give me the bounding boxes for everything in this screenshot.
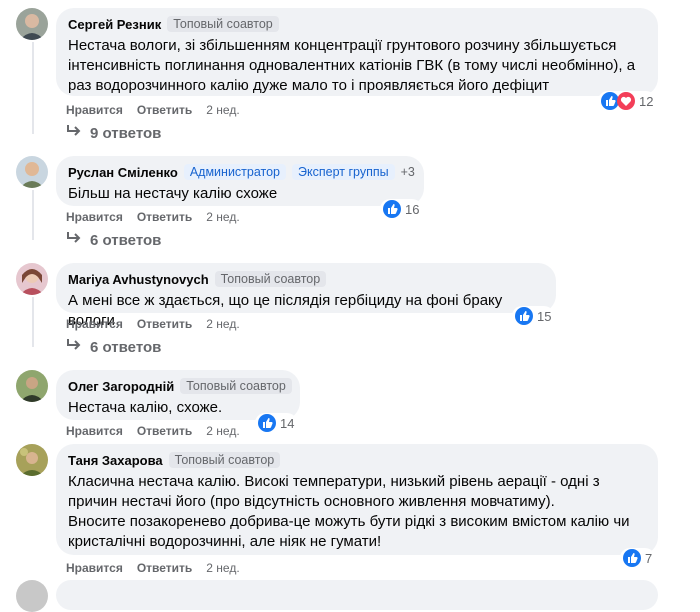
reply-button[interactable]: Ответить — [137, 103, 192, 117]
comment-time[interactable]: 2 нед. — [206, 103, 239, 117]
comment-author[interactable]: Таня Захарова — [68, 453, 163, 468]
reactions-count: 14 — [280, 415, 295, 431]
view-replies-button[interactable]: 6 ответов — [66, 338, 161, 356]
like-button[interactable]: Нравится — [66, 424, 123, 438]
reactions-summary[interactable]: 7 — [620, 548, 656, 568]
comment-actions: Нравится Ответить 2 нед. — [66, 424, 240, 438]
replies-label: 6 ответов — [90, 231, 162, 249]
reply-button[interactable]: Ответить — [137, 317, 192, 331]
next-comment-partial — [0, 576, 700, 612]
like-button[interactable]: Нравится — [66, 561, 123, 575]
reply-button[interactable]: Ответить — [137, 424, 192, 438]
contributor-badge[interactable]: Топовый соавтор — [214, 271, 327, 287]
comment-text: Більш на нестачу калію схоже — [68, 185, 278, 202]
comment-time[interactable]: 2 нед. — [206, 561, 239, 575]
comment-author[interactable]: Mariya Avhustynovych — [68, 272, 209, 287]
love-icon — [617, 92, 635, 110]
reply-arrow-icon — [66, 338, 82, 356]
contributor-badge[interactable]: Топовый соавтор — [168, 452, 281, 468]
reactions-summary[interactable]: 16 — [380, 199, 423, 219]
thread-line — [32, 42, 34, 134]
comment-author[interactable]: Олег Загородній — [68, 379, 174, 394]
thread-line — [32, 297, 34, 347]
avatar[interactable] — [16, 370, 48, 402]
comment-time[interactable]: 2 нед. — [206, 424, 239, 438]
reply-arrow-icon — [66, 231, 82, 249]
reactions-count: 16 — [405, 201, 420, 217]
expert-badge[interactable]: Эксперт группы — [292, 164, 395, 180]
avatar[interactable] — [16, 8, 48, 40]
like-icon — [623, 549, 641, 567]
comment-time[interactable]: 2 нед. — [206, 210, 239, 224]
reactions-count: 15 — [537, 308, 552, 324]
comment-actions: Нравится Ответить 2 нед. — [66, 210, 240, 224]
contributor-badge[interactable]: Топовый соавтор — [180, 378, 292, 394]
comment-actions: Нравится Ответить 2 нед. — [66, 317, 240, 331]
comment-author[interactable]: Руслан Сміленко — [68, 165, 178, 180]
avatar[interactable] — [16, 156, 48, 188]
reply-button[interactable]: Ответить — [137, 561, 192, 575]
reactions-summary[interactable]: 12 — [598, 91, 657, 111]
comment-text: Нестача калію, схоже. — [68, 399, 223, 416]
view-replies-button[interactable]: 9 ответов — [66, 124, 161, 142]
like-icon — [515, 307, 533, 325]
like-icon — [258, 414, 276, 432]
contributor-badge[interactable]: Топовый соавтор — [167, 16, 279, 32]
replies-label: 6 ответов — [90, 338, 162, 356]
replies-label: 9 ответов — [90, 124, 162, 142]
comment-text: Нестача вологи, зі збільшенням концентра… — [68, 37, 636, 94]
reply-arrow-icon — [66, 124, 82, 142]
avatar[interactable] — [16, 263, 48, 295]
comment-author[interactable]: Сергей Резник — [68, 17, 161, 32]
like-icon — [383, 200, 401, 218]
reactions-count: 7 — [645, 550, 653, 566]
more-badges[interactable]: +3 — [401, 165, 415, 179]
like-button[interactable]: Нравится — [66, 210, 123, 224]
reactions-summary[interactable]: 15 — [512, 306, 555, 326]
comment-bubble: Mariya Avhustynovych Топовый соавтор А м… — [56, 263, 556, 329]
like-button[interactable]: Нравится — [66, 103, 123, 117]
comment-actions: Нравится Ответить 2 нед. — [66, 561, 240, 575]
reactions-summary[interactable]: 14 — [255, 413, 298, 433]
admin-badge[interactable]: Администратор — [183, 164, 287, 180]
reply-button[interactable]: Ответить — [137, 210, 192, 224]
comment-bubble: Сергей Резник Топовый соавтор Нестача во… — [56, 8, 658, 96]
thread-line — [32, 190, 34, 240]
avatar[interactable] — [16, 444, 48, 476]
comment-bubble: Руслан Сміленко Администратор Эксперт гр… — [56, 156, 424, 206]
like-button[interactable]: Нравится — [66, 317, 123, 331]
view-replies-button[interactable]: 6 ответов — [66, 231, 161, 249]
comment-bubble: Таня Захарова Топовый соавтор Класична н… — [56, 444, 658, 555]
reactions-count: 12 — [639, 93, 654, 109]
comment-actions: Нравится Ответить 2 нед. — [66, 103, 240, 117]
comment-text: Класична нестача калію. Високі температу… — [68, 473, 630, 550]
comment-time[interactable]: 2 нед. — [206, 317, 239, 331]
